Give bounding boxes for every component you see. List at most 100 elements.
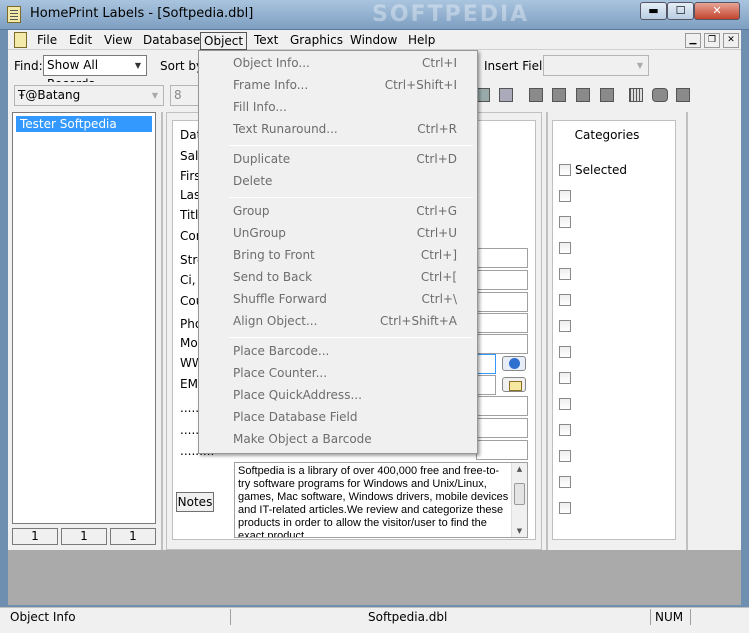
category-checkbox[interactable]: [559, 216, 571, 228]
menu-shortcut: Ctrl+Shift+I: [384, 78, 457, 92]
menu-separator: [229, 337, 473, 338]
maximize-button[interactable]: ☐: [667, 2, 694, 20]
email-icon[interactable]: [502, 377, 526, 392]
menu-item-group[interactable]: Group: [233, 200, 270, 222]
copy-icon[interactable]: [476, 88, 490, 102]
category-checkbox-selected[interactable]: [559, 164, 571, 176]
menu-item-send-to-back[interactable]: Send to Back: [233, 266, 312, 288]
font-size-combo[interactable]: 8: [170, 85, 200, 106]
menu-separator: [229, 145, 473, 146]
category-checkbox[interactable]: [559, 450, 571, 462]
rounded-rect-icon[interactable]: [652, 88, 668, 102]
chevron-down-icon[interactable]: ▼: [130, 56, 146, 75]
menu-item-place-quickaddress[interactable]: Place QuickAddress...: [233, 384, 362, 406]
menu-database[interactable]: Database: [140, 32, 203, 50]
category-checkbox[interactable]: [559, 294, 571, 306]
menu-view[interactable]: View: [101, 32, 135, 50]
menu-text[interactable]: Text: [251, 32, 281, 50]
chevron-down-icon[interactable]: ▼: [147, 86, 163, 105]
list-item[interactable]: Tester Softpedia: [16, 116, 152, 132]
category-checkbox[interactable]: [559, 346, 571, 358]
menu-edit[interactable]: Edit: [66, 32, 95, 50]
category-checkbox[interactable]: [559, 190, 571, 202]
menu-window[interactable]: Window: [347, 32, 400, 50]
web-browser-icon[interactable]: [502, 356, 526, 371]
category-checkbox[interactable]: [559, 372, 571, 384]
object-menu-dropdown: Object Info... Ctrl+I Frame Info... Ctrl…: [198, 50, 478, 454]
menu-item-object-info[interactable]: Object Info...: [233, 52, 310, 74]
category-checkbox[interactable]: [559, 502, 571, 514]
document-icon[interactable]: [14, 32, 27, 48]
category-checkbox[interactable]: [559, 476, 571, 488]
email-field[interactable]: [476, 375, 496, 395]
align-icon[interactable]: [529, 88, 543, 102]
menu-item-align-object[interactable]: Align Object...: [233, 310, 317, 332]
minimize-button[interactable]: ▬: [640, 2, 667, 20]
scroll-down-icon[interactable]: ▼: [512, 527, 527, 535]
category-checkbox[interactable]: [559, 424, 571, 436]
mdi-minimize-button[interactable]: ▁: [685, 33, 701, 48]
status-divider: [230, 609, 231, 625]
custom-field-2[interactable]: [476, 418, 528, 438]
app-icon[interactable]: [7, 6, 21, 23]
send-back-icon[interactable]: [600, 88, 614, 102]
distribute-icon[interactable]: [552, 88, 566, 102]
category-selected-label: Selected: [575, 163, 628, 177]
categories-title: Categories: [574, 128, 640, 142]
shadow-icon[interactable]: [676, 88, 690, 102]
menu-help[interactable]: Help: [405, 32, 438, 50]
barcode-icon[interactable]: [629, 88, 643, 102]
category-checkbox[interactable]: [559, 398, 571, 410]
phone-field[interactable]: [476, 313, 528, 333]
category-checkbox[interactable]: [559, 320, 571, 332]
notes-scrollbar[interactable]: ▲ ▼: [511, 463, 527, 537]
menu-separator: [229, 197, 473, 198]
menu-item-delete[interactable]: Delete: [233, 170, 272, 192]
mdi-restore-button[interactable]: ❐: [704, 33, 720, 48]
menu-item-place-barcode[interactable]: Place Barcode...: [233, 340, 329, 362]
scroll-thumb[interactable]: [514, 483, 525, 505]
menu-shortcut: Ctrl+U: [416, 226, 457, 240]
status-text-left: Object Info: [10, 610, 76, 624]
records-list[interactable]: [12, 112, 156, 524]
splitter[interactable]: [161, 112, 163, 550]
menu-graphics[interactable]: Graphics: [287, 32, 346, 50]
custom-field-3[interactable]: [476, 440, 528, 460]
www-field[interactable]: [476, 354, 496, 374]
menu-file[interactable]: File: [34, 32, 60, 50]
window-title: HomePrint Labels - [Softpedia.dbl]: [30, 6, 254, 21]
city-field[interactable]: [476, 270, 528, 290]
country-field[interactable]: [476, 292, 528, 312]
scroll-up-icon[interactable]: ▲: [512, 465, 527, 473]
status-divider: [650, 609, 651, 625]
splitter[interactable]: [686, 112, 688, 550]
find-combo[interactable]: Show All Records▼: [43, 55, 147, 91]
menu-item-fill-info[interactable]: Fill Info...: [233, 96, 287, 118]
menu-item-place-database-field[interactable]: Place Database Field: [233, 406, 358, 428]
menu-object[interactable]: Object: [200, 32, 248, 50]
menu-item-text-runaround[interactable]: Text Runaround...: [233, 118, 338, 140]
menu-item-frame-info[interactable]: Frame Info...: [233, 74, 308, 96]
insert-field-combo[interactable]: ▼: [543, 55, 649, 76]
category-checkbox[interactable]: [559, 268, 571, 280]
font-combo[interactable]: Ŧ@Batang ▼: [14, 85, 164, 106]
notes-button[interactable]: Notes: [176, 492, 214, 512]
menu-item-make-object-barcode[interactable]: Make Object a Barcode: [233, 428, 372, 450]
notes-textarea[interactable]: Softpedia is a library of over 400,000 f…: [234, 462, 528, 538]
close-button[interactable]: ✕: [694, 2, 740, 20]
splitter[interactable]: [546, 112, 548, 550]
menu-item-shuffle-forward[interactable]: Shuffle Forward: [233, 288, 327, 310]
chevron-down-icon[interactable]: ▼: [632, 56, 648, 75]
menu-item-ungroup[interactable]: UnGroup: [233, 222, 286, 244]
custom-field-1[interactable]: [476, 396, 528, 416]
bring-front-icon[interactable]: [576, 88, 590, 102]
street-field[interactable]: [476, 248, 528, 268]
mdi-close-button[interactable]: ✕: [723, 33, 739, 48]
menu-item-duplicate[interactable]: Duplicate: [233, 148, 290, 170]
menu-item-bring-to-front[interactable]: Bring to Front: [233, 244, 315, 266]
menu-item-place-counter[interactable]: Place Counter...: [233, 362, 327, 384]
category-checkbox[interactable]: [559, 242, 571, 254]
paste-icon[interactable]: [499, 88, 513, 102]
mobile-field[interactable]: [476, 334, 528, 354]
menu-shortcut: Ctrl+[: [420, 270, 457, 284]
